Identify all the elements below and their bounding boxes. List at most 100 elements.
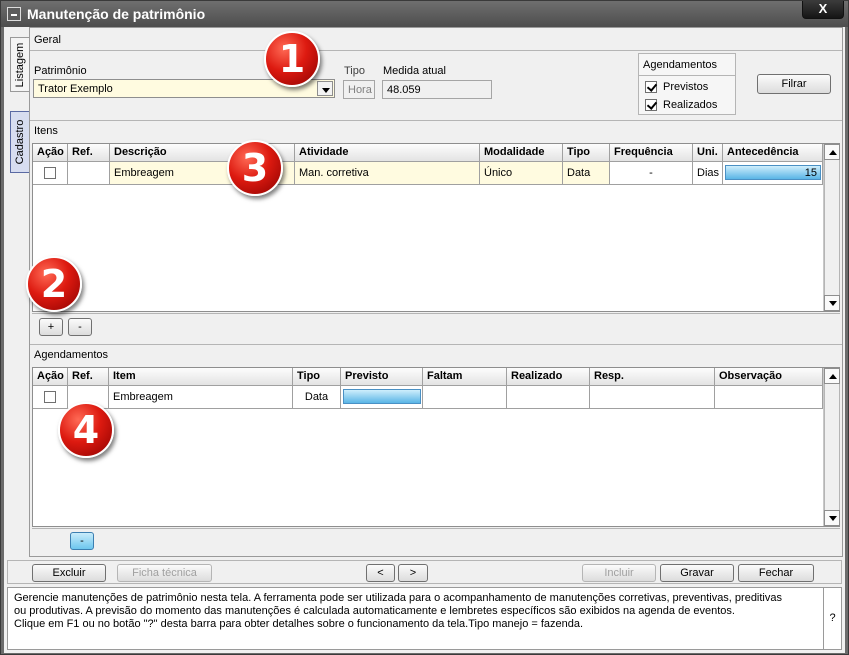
- itens-scrollbar[interactable]: [823, 144, 840, 311]
- col-antecedencia[interactable]: Antecedência: [723, 144, 823, 162]
- col-resp[interactable]: Resp.: [590, 368, 715, 386]
- table-row[interactable]: Embreagem Data: [33, 386, 823, 409]
- row-select-checkbox[interactable]: [44, 391, 56, 403]
- section-geral: Geral: [34, 34, 61, 46]
- divider: [32, 313, 840, 314]
- col-item[interactable]: Item: [109, 368, 293, 386]
- ficha-tecnica-button[interactable]: Ficha técnica: [117, 564, 212, 582]
- col-ref[interactable]: Ref.: [68, 144, 110, 162]
- previsto-bar: [343, 389, 421, 404]
- col-tipo[interactable]: Tipo: [563, 144, 610, 162]
- realizado-cell[interactable]: [507, 386, 590, 408]
- item-cell: Embreagem: [109, 386, 293, 408]
- tipo-cell: Data: [293, 386, 341, 408]
- row-select-checkbox[interactable]: [44, 167, 56, 179]
- help-panel: Gerencie manutenções de patrimônio nesta…: [7, 587, 842, 650]
- remove-agendamento-button[interactable]: -: [70, 532, 94, 550]
- window-title: Manutenção de patrimônio: [27, 6, 206, 22]
- next-button[interactable]: >: [398, 564, 428, 582]
- observacao-cell[interactable]: [715, 386, 823, 408]
- add-item-button[interactable]: +: [39, 318, 63, 336]
- medida-label: Medida atual: [383, 65, 446, 77]
- help-text-f1: Clique em F1 ou no botão "?" desta barra…: [14, 618, 584, 630]
- uni-cell[interactable]: Dias: [693, 162, 723, 184]
- tipo-field: Hora: [343, 80, 375, 99]
- divider: [32, 528, 840, 529]
- previsto-cell[interactable]: [341, 386, 423, 408]
- close-button[interactable]: X: [802, 1, 844, 19]
- previous-button[interactable]: <: [366, 564, 395, 582]
- agendamentos-filter-group: Agendamentos Previstos Realizados: [638, 53, 736, 115]
- realizados-label: Realizados: [663, 99, 718, 111]
- agendamentos-grid: Ação Ref. Item Tipo Previsto Faltam Real…: [32, 367, 840, 527]
- tab-listagem-label: Listagem: [14, 42, 26, 87]
- col-modalidade[interactable]: Modalidade: [480, 144, 563, 162]
- col-ref[interactable]: Ref.: [68, 368, 109, 386]
- col-realizado[interactable]: Realizado: [507, 368, 590, 386]
- title-bar: Manutenção de patrimônio X: [1, 1, 848, 27]
- antecedencia-cell[interactable]: 15: [723, 162, 823, 184]
- incluir-button[interactable]: Incluir: [582, 564, 656, 582]
- divider: [639, 75, 735, 76]
- tab-cadastro[interactable]: Cadastro: [10, 111, 30, 173]
- row-action-cell: [33, 386, 68, 408]
- agendamentos-grid-header: Ação Ref. Item Tipo Previsto Faltam Real…: [33, 368, 823, 386]
- callout-badge-2: 2: [26, 256, 82, 312]
- col-faltam[interactable]: Faltam: [423, 368, 507, 386]
- section-agendamentos: Agendamentos: [34, 349, 108, 361]
- frequencia-cell[interactable]: -: [610, 162, 693, 184]
- scroll-down-icon[interactable]: [824, 295, 840, 311]
- help-text-main: Gerencie manutenções de patrimônio nesta…: [14, 592, 782, 617]
- atividade-cell[interactable]: Man. corretiva: [295, 162, 480, 184]
- col-atividade[interactable]: Atividade: [295, 144, 480, 162]
- realizados-checkbox[interactable]: [645, 99, 657, 111]
- scroll-up-icon[interactable]: [824, 144, 840, 160]
- col-acao[interactable]: Ação: [33, 368, 68, 386]
- fechar-button[interactable]: Fechar: [738, 564, 814, 582]
- faltam-cell[interactable]: [423, 386, 507, 408]
- col-uni[interactable]: Uni.: [693, 144, 723, 162]
- antecedencia-value: 15: [804, 167, 817, 179]
- help-button[interactable]: ?: [823, 588, 841, 649]
- patrimonio-value: Trator Exemplo: [38, 83, 113, 95]
- bottom-toolbar: Excluir Ficha técnica < > Incluir Gravar…: [7, 560, 842, 584]
- excluir-button[interactable]: Excluir: [32, 564, 106, 582]
- scroll-down-icon[interactable]: [824, 510, 840, 526]
- row-action-cell: [33, 162, 68, 184]
- app-window: Manutenção de patrimônio X Listagem Cada…: [0, 0, 849, 655]
- agendamentos-scrollbar[interactable]: [823, 368, 840, 526]
- callout-badge-3: 3: [227, 140, 283, 196]
- cadastro-panel: Geral Patrimônio Trator Exemplo Tipo Hor…: [26, 27, 843, 557]
- divider: [30, 344, 842, 345]
- modalidade-cell[interactable]: Único: [480, 162, 563, 184]
- tab-listagem[interactable]: Listagem: [10, 37, 30, 92]
- resp-cell[interactable]: [590, 386, 715, 408]
- scroll-up-icon[interactable]: [824, 368, 840, 384]
- col-observacao[interactable]: Observação: [715, 368, 823, 386]
- col-previsto[interactable]: Previsto: [341, 368, 423, 386]
- filtrar-button[interactable]: Filrar: [757, 74, 831, 94]
- callout-badge-1: 1: [264, 31, 320, 87]
- section-itens: Itens: [34, 125, 58, 137]
- medida-value: 48.059: [387, 84, 421, 96]
- agendamentos-group-label: Agendamentos: [643, 59, 717, 71]
- previstos-checkbox[interactable]: [645, 81, 657, 93]
- previstos-label: Previstos: [663, 81, 709, 93]
- col-acao[interactable]: Ação: [33, 144, 68, 162]
- system-menu-icon[interactable]: [7, 7, 21, 21]
- help-text: Gerencie manutenções de patrimônio nesta…: [14, 592, 794, 631]
- divider: [30, 120, 842, 121]
- tipo-value: Hora: [348, 84, 372, 96]
- chevron-down-icon[interactable]: [317, 81, 333, 96]
- scroll-track[interactable]: [824, 384, 840, 510]
- col-tipo[interactable]: Tipo: [293, 368, 341, 386]
- callout-badge-4: 4: [58, 402, 114, 458]
- ref-cell: [68, 162, 110, 184]
- remove-item-button[interactable]: -: [68, 318, 92, 336]
- col-frequencia[interactable]: Frequência: [610, 144, 693, 162]
- tipo-cell[interactable]: Data: [563, 162, 610, 184]
- medida-field: 48.059: [382, 80, 492, 99]
- gravar-button[interactable]: Gravar: [660, 564, 734, 582]
- scroll-track[interactable]: [824, 160, 840, 295]
- table-row[interactable]: Embreagem Man. corretiva Único Data - Di…: [33, 162, 823, 185]
